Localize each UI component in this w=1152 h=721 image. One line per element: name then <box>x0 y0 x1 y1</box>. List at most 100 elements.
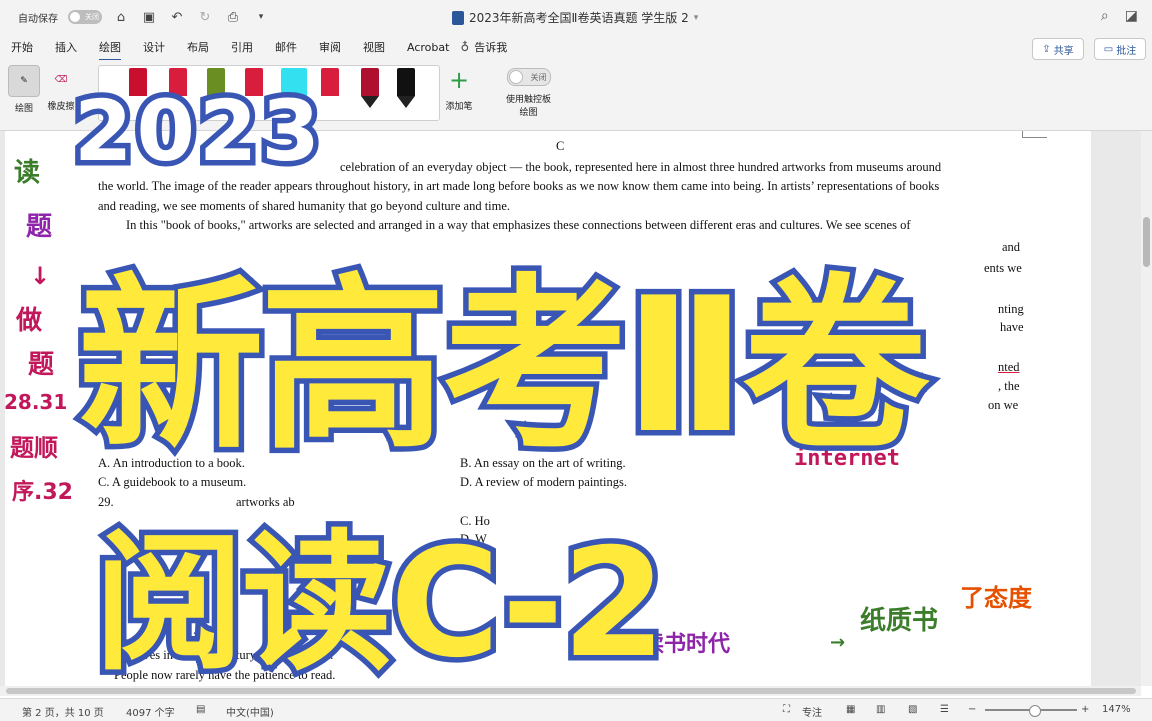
ribbon-tabs: 开始 插入 绘图 设计 布局 引用 邮件 审阅 视图 Acrobat ♁ 告诉我 <box>0 34 1152 61</box>
pen-7[interactable] <box>361 68 379 108</box>
annotation-du: 读 <box>14 158 41 188</box>
fragment-ents-we: ents we <box>984 261 1022 275</box>
tab-tell-me[interactable]: 告诉我 <box>474 39 507 55</box>
pen-tool-icon: ✎ <box>8 65 40 97</box>
document-title[interactable]: 2023年新高考全国Ⅱ卷英语真题 学生版 2 ▾ <box>452 9 698 26</box>
tab-acrobat[interactable]: Acrobat <box>407 41 449 54</box>
vertical-scroll-thumb[interactable] <box>1143 217 1150 267</box>
lightbulb-icon: ♁ <box>460 40 470 54</box>
proofing-icon[interactable]: ▤ <box>196 704 205 715</box>
annotation-question-order-2: 序.32 <box>12 480 73 505</box>
touchpad-toggle-knob <box>508 70 523 84</box>
overlay-main-title: 新高考Ⅱ卷 <box>73 252 935 480</box>
passage-line-2: the world. The image of the reader appea… <box>98 179 940 193</box>
pen-8-body <box>397 68 415 96</box>
annotation-arrow-right: → <box>830 632 846 653</box>
fragment-have: have <box>1000 320 1024 334</box>
comments-button[interactable]: ▭ 批注 <box>1094 38 1146 60</box>
comment-icon: ▭ <box>1103 43 1114 55</box>
vertical-scrollbar[interactable] <box>1141 131 1152 686</box>
read-mode-icon[interactable]: ▧ <box>908 704 917 715</box>
autosave-toggle[interactable]: 关闭 <box>68 10 102 24</box>
fragment-the: , the <box>998 379 1020 393</box>
undo-icon[interactable]: ↶ <box>168 8 186 26</box>
tab-mailings[interactable]: 邮件 <box>275 39 297 55</box>
touchpad-label-1: 使用触控板 <box>506 95 552 105</box>
pen-7-tip <box>361 96 379 108</box>
fragment-on-we: on we <box>988 398 1019 412</box>
share-label: 共享 <box>1053 45 1074 57</box>
margin-marker <box>1022 131 1047 138</box>
annotation-zuo: 做 <box>16 306 43 336</box>
status-bar: 第 2 页，共 10 页 4097 个字 ▤ 中文(中国) ⛶ 专注 ▦ ▥ ▧… <box>0 698 1152 721</box>
zoom-out-icon[interactable]: − <box>968 704 976 715</box>
print-icon[interactable]: ⎙ <box>224 8 242 26</box>
save-icon[interactable]: ▣ <box>140 8 158 26</box>
word-doc-icon <box>452 10 464 25</box>
passage-line-3: and reading, we see moments of shared hu… <box>98 199 511 213</box>
tab-design[interactable]: 设计 <box>143 39 165 55</box>
focus-label[interactable]: 专注 <box>802 704 822 719</box>
fragment-and: and <box>1002 240 1021 254</box>
home-icon[interactable]: ⌂ <box>112 8 130 26</box>
title-bar: 自动保存 关闭 ⌂ ▣ ↶ ↻ ⎙ ▾ 2023年新高考全国Ⅱ卷英语真题 学生版… <box>0 0 1152 34</box>
annotation-ti-1: 题 <box>26 212 53 242</box>
autosave-toggle-label: 关闭 <box>85 13 99 21</box>
print-layout-icon[interactable]: ▦ <box>846 704 855 715</box>
annotation-question-numbers: 28.31 <box>4 390 68 414</box>
pen-7-body <box>361 68 379 96</box>
tab-draw[interactable]: 绘图 <box>99 39 121 61</box>
annotation-arrow-down: ↓ <box>30 262 51 290</box>
share-button[interactable]: ⇪ 共享 <box>1032 38 1084 60</box>
redo-icon[interactable]: ↻ <box>196 8 214 26</box>
tab-view[interactable]: 视图 <box>363 39 385 55</box>
section-letter: C <box>556 139 565 153</box>
eraser-label: 橡皮擦 <box>47 102 75 112</box>
touchpad-toggle-label: 关闭 <box>530 72 547 82</box>
zoom-in-icon[interactable]: + <box>1081 704 1089 715</box>
autosave-label: 自动保存 <box>18 13 58 25</box>
account-icon[interactable]: ◪ <box>1125 8 1138 24</box>
comment-label: 批注 <box>1116 45 1137 57</box>
add-pen-tool[interactable]: + 添加笔 <box>444 65 474 112</box>
zoom-slider[interactable] <box>985 705 1077 717</box>
title-chevron-icon: ▾ <box>693 12 699 23</box>
language-label[interactable]: 中文(中国) <box>226 704 274 719</box>
page-count[interactable]: 第 2 页，共 10 页 <box>22 704 104 719</box>
outline-icon[interactable]: ☰ <box>940 704 949 715</box>
share-icon: ⇪ <box>1042 43 1051 55</box>
fragment-nted: nted <box>998 360 1020 374</box>
annotation-attitude: 了态度 <box>960 584 1032 612</box>
overlay-subtitle: 阅读C-2 <box>88 512 671 697</box>
pen-8[interactable] <box>397 68 415 108</box>
tab-insert[interactable]: 插入 <box>55 39 77 55</box>
overlay-year: 2023 <box>69 77 326 186</box>
touchpad-draw-tool[interactable]: 关闭 使用触控板 绘图 <box>506 68 551 118</box>
focus-icon[interactable]: ⛶ <box>783 704 790 715</box>
add-pen-label: 添加笔 <box>445 102 473 112</box>
pen-8-tip <box>397 96 415 108</box>
annotation-question-order-1: 题顺 <box>10 434 58 462</box>
add-pen-icon: + <box>448 66 470 94</box>
eraser-tool[interactable]: ⌫ 橡皮擦 <box>46 65 76 112</box>
word-count[interactable]: 4097 个字 <box>126 704 175 719</box>
annotation-paper-book: 纸质书 <box>860 606 939 636</box>
zoom-level[interactable]: 147% <box>1102 704 1131 715</box>
tab-home[interactable]: 开始 <box>11 39 33 55</box>
touchpad-label-2: 绘图 <box>519 108 538 118</box>
touchpad-toggle[interactable]: 关闭 <box>506 68 551 86</box>
toggle-knob <box>70 12 80 22</box>
zoom-slider-knob[interactable] <box>1029 705 1041 717</box>
fragment-nting: nting <box>998 302 1024 316</box>
search-icon[interactable]: ⌕ <box>1101 8 1109 24</box>
web-layout-icon[interactable]: ▥ <box>876 704 885 715</box>
tab-references[interactable]: 引用 <box>231 39 253 55</box>
passage-line-1: celebration of an everyday object — the … <box>340 160 942 174</box>
tab-review[interactable]: 审阅 <box>319 39 341 55</box>
annotation-ti-2: 题 <box>28 350 55 380</box>
tab-layout[interactable]: 布局 <box>187 39 209 55</box>
draw-tool[interactable]: ✎ 绘图 <box>8 65 40 114</box>
eraser-icon: ⌫ <box>54 75 68 85</box>
customize-chevron-icon[interactable]: ▾ <box>252 8 270 26</box>
draw-tool-label: 绘图 <box>14 104 33 114</box>
